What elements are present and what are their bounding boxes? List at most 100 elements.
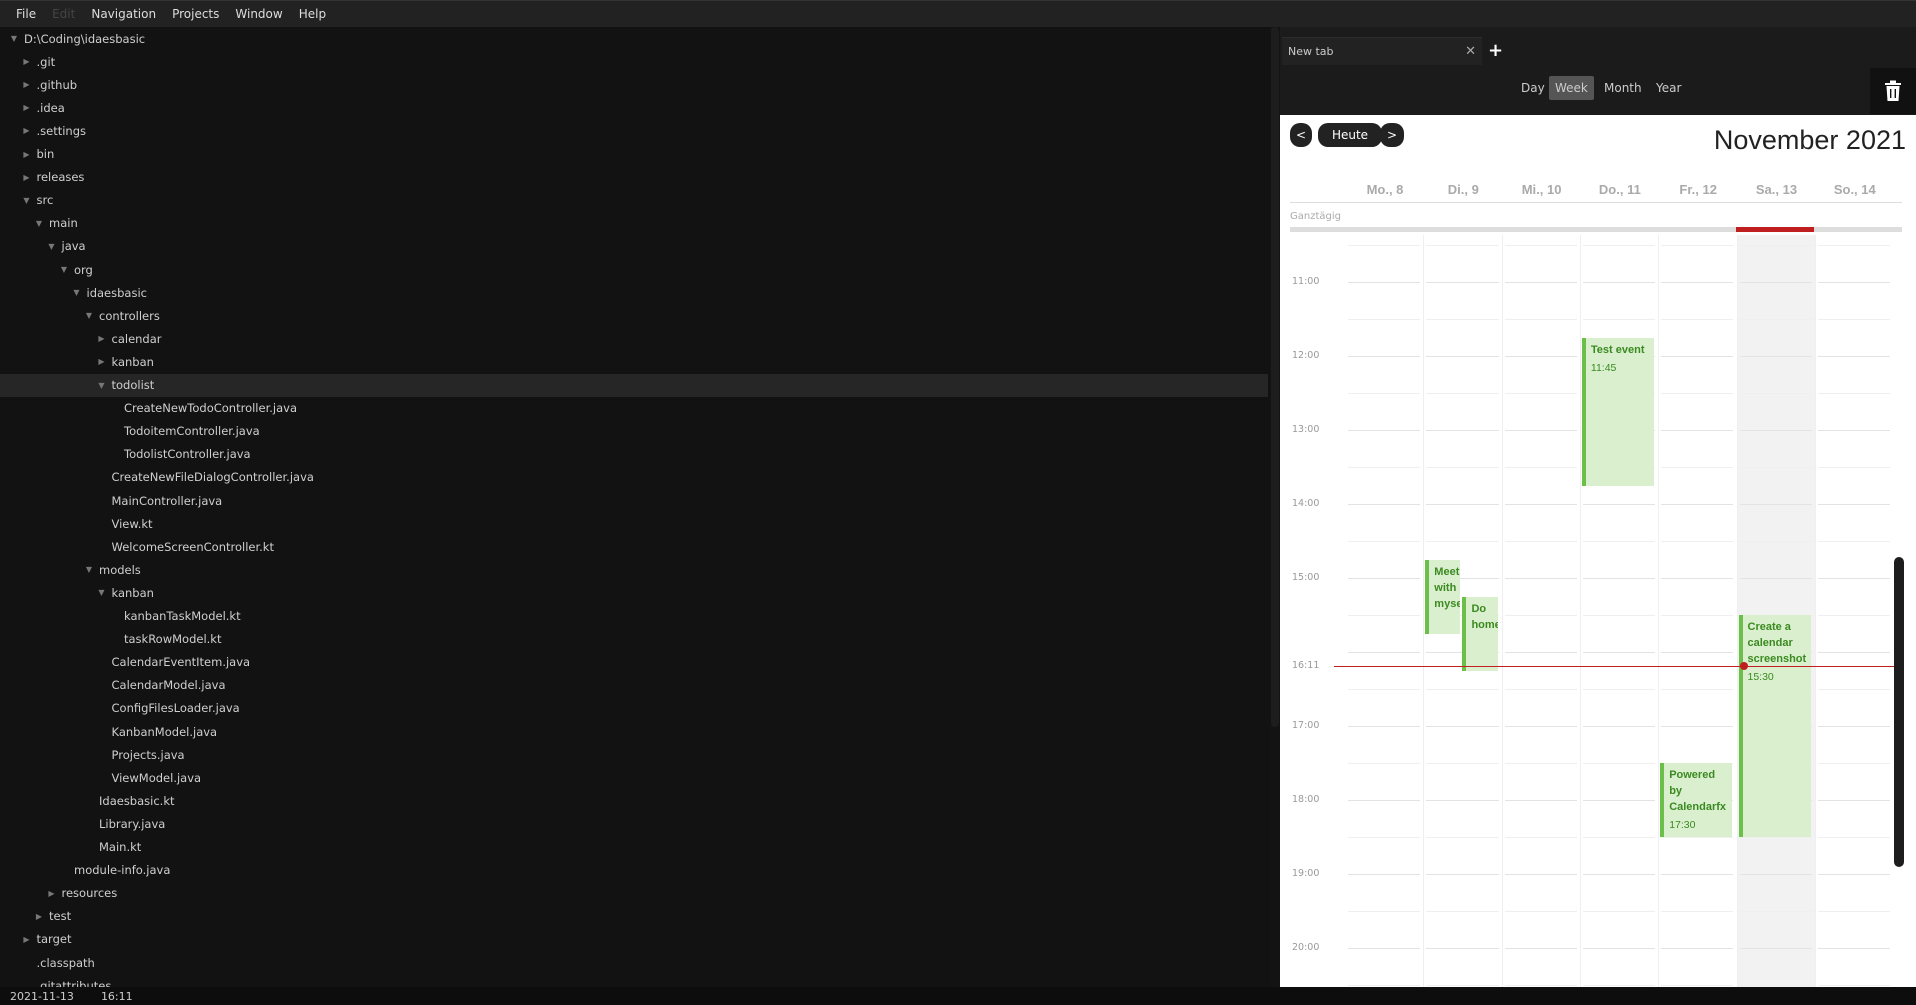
tree-item[interactable]: ▼ todolist: [0, 373, 1268, 397]
file-tree-scrollbar[interactable]: [1270, 27, 1280, 727]
calendar-event[interactable]: Do homework: [1462, 596, 1498, 671]
view-year-button[interactable]: Year: [1650, 76, 1687, 100]
tree-item[interactable]: Projects.java: [0, 743, 1268, 766]
tree-item[interactable]: ▼ org: [0, 258, 1268, 281]
tree-item[interactable]: View.kt: [0, 512, 1268, 535]
tree-item[interactable]: ▶ .github: [0, 73, 1268, 96]
today-button[interactable]: Heute: [1318, 123, 1382, 147]
tree-item[interactable]: Main.kt: [0, 836, 1268, 859]
expanded-arrow-icon[interactable]: ▼: [21, 196, 33, 205]
day-header[interactable]: Mo., 8: [1346, 182, 1424, 197]
menu-help[interactable]: Help: [291, 1, 334, 28]
tree-item-label: target: [36, 932, 72, 947]
collapsed-arrow-icon[interactable]: ▶: [33, 912, 45, 921]
tree-item[interactable]: .gitattributes: [0, 974, 1268, 987]
tree-item[interactable]: ▶ releases: [0, 166, 1268, 189]
tree-item[interactable]: ▶ .git: [0, 50, 1268, 73]
tree-item[interactable]: ▶ .idea: [0, 96, 1268, 119]
tree-item[interactable]: ▶ test: [0, 905, 1268, 928]
time-grid[interactable]: 11:00 12:00 13:00 14:00 15:00 17:00 18:00 19:00…: [1280, 235, 1916, 987]
tab-new[interactable]: New tab ✕: [1282, 37, 1482, 65]
tree-item[interactable]: ▼ controllers: [0, 304, 1268, 327]
tree-item[interactable]: CreateNewFileDialogController.java: [0, 466, 1268, 489]
close-icon[interactable]: ✕: [1465, 44, 1476, 59]
collapsed-arrow-icon[interactable]: ▶: [21, 103, 33, 112]
menu-projects[interactable]: Projects: [164, 1, 227, 28]
day-header[interactable]: Do., 11: [1581, 182, 1659, 197]
tree-item[interactable]: ▼ src: [0, 189, 1268, 212]
tree-item[interactable]: ▼ idaesbasic: [0, 281, 1268, 304]
tree-item[interactable]: .classpath: [0, 951, 1268, 974]
tree-item[interactable]: ▼ D:\Coding\idaesbasic: [0, 27, 1268, 50]
tree-item[interactable]: ▶ resources: [0, 882, 1268, 905]
tree-item[interactable]: TodolistController.java: [0, 443, 1268, 466]
expanded-arrow-icon[interactable]: ▼: [58, 265, 70, 274]
menu-window[interactable]: Window: [227, 1, 290, 28]
expanded-arrow-icon[interactable]: ▼: [83, 311, 95, 320]
calendar-event[interactable]: Create a calendar screenshot 15:30: [1738, 615, 1811, 837]
half-hour-line: [1504, 541, 1577, 542]
trash-button[interactable]: [1870, 68, 1916, 114]
calendar-event[interactable]: Powered by Calendarfx 17:30: [1660, 763, 1733, 837]
tree-item[interactable]: ▼ models: [0, 558, 1268, 581]
tree-item[interactable]: ViewModel.java: [0, 766, 1268, 789]
tree-item[interactable]: ConfigFilesLoader.java: [0, 697, 1268, 720]
tree-item[interactable]: Library.java: [0, 812, 1268, 835]
day-header[interactable]: Di., 9: [1424, 182, 1502, 197]
tree-item[interactable]: KanbanModel.java: [0, 720, 1268, 743]
expanded-arrow-icon[interactable]: ▼: [83, 565, 95, 574]
tree-item[interactable]: module-info.java: [0, 859, 1268, 882]
view-day-button[interactable]: Day: [1515, 76, 1551, 100]
tree-item[interactable]: ▼ main: [0, 212, 1268, 235]
day-header[interactable]: Fr., 12: [1659, 182, 1737, 197]
expanded-arrow-icon[interactable]: ▼: [71, 288, 83, 297]
calendar-event[interactable]: Meeting with myself: [1425, 559, 1461, 634]
tree-item[interactable]: ▶ target: [0, 928, 1268, 951]
tree-item[interactable]: CalendarEventItem.java: [0, 651, 1268, 674]
tree-item[interactable]: ▼ java: [0, 235, 1268, 258]
menu-navigation[interactable]: Navigation: [83, 1, 164, 28]
menu-edit[interactable]: Edit: [44, 1, 83, 28]
next-week-button[interactable]: >: [1380, 123, 1404, 147]
prev-week-button[interactable]: <: [1290, 123, 1312, 147]
day-header[interactable]: Sa., 13: [1738, 182, 1816, 197]
tree-item[interactable]: taskRowModel.kt: [0, 628, 1268, 651]
collapsed-arrow-icon[interactable]: ▶: [21, 80, 33, 89]
expanded-arrow-icon[interactable]: ▼: [46, 242, 58, 251]
add-tab-icon[interactable]: +: [1488, 40, 1503, 61]
collapsed-arrow-icon[interactable]: ▶: [21, 935, 33, 944]
tree-item[interactable]: TodoitemController.java: [0, 420, 1268, 443]
expanded-arrow-icon[interactable]: ▼: [33, 219, 45, 228]
tree-item[interactable]: ▼ kanban: [0, 581, 1268, 604]
view-month-button[interactable]: Month: [1598, 76, 1648, 100]
expanded-arrow-icon[interactable]: ▼: [96, 588, 108, 597]
menu-file[interactable]: File: [8, 1, 44, 28]
tree-item[interactable]: ▶ calendar: [0, 327, 1268, 350]
view-week-button[interactable]: Week: [1549, 76, 1594, 100]
tree-item[interactable]: kanbanTaskModel.kt: [0, 605, 1268, 628]
expanded-arrow-icon[interactable]: ▼: [96, 381, 108, 390]
day-header[interactable]: So., 14: [1816, 182, 1894, 197]
tree-item[interactable]: Idaesbasic.kt: [0, 789, 1268, 812]
collapsed-arrow-icon[interactable]: ▶: [46, 889, 58, 898]
collapsed-arrow-icon[interactable]: ▶: [96, 357, 108, 366]
collapsed-arrow-icon[interactable]: ▶: [21, 150, 33, 159]
file-tree[interactable]: ▼ D:\Coding\idaesbasic ▶ .git ▶ .github ▶ .idea…: [0, 27, 1270, 987]
tree-item[interactable]: CreateNewTodoController.java: [0, 397, 1268, 420]
tree-item[interactable]: MainController.java: [0, 489, 1268, 512]
collapsed-arrow-icon[interactable]: ▶: [21, 57, 33, 66]
hour-line: [1661, 948, 1734, 949]
day-header[interactable]: Mi., 10: [1503, 182, 1581, 197]
tree-item[interactable]: WelcomeScreenController.kt: [0, 535, 1268, 558]
expanded-arrow-icon[interactable]: ▼: [8, 34, 20, 43]
tree-item[interactable]: CalendarModel.java: [0, 674, 1268, 697]
calendar-scrollbar[interactable]: [1894, 557, 1904, 867]
collapsed-arrow-icon[interactable]: ▶: [96, 334, 108, 343]
file-tree-scrollbar-thumb[interactable]: [1271, 27, 1279, 727]
tree-item[interactable]: ▶ .settings: [0, 119, 1268, 142]
collapsed-arrow-icon[interactable]: ▶: [21, 173, 33, 182]
tree-item[interactable]: ▶ bin: [0, 143, 1268, 166]
collapsed-arrow-icon[interactable]: ▶: [21, 126, 33, 135]
tree-item[interactable]: ▶ kanban: [0, 350, 1268, 373]
calendar-event[interactable]: Test event 11:45: [1581, 337, 1655, 486]
